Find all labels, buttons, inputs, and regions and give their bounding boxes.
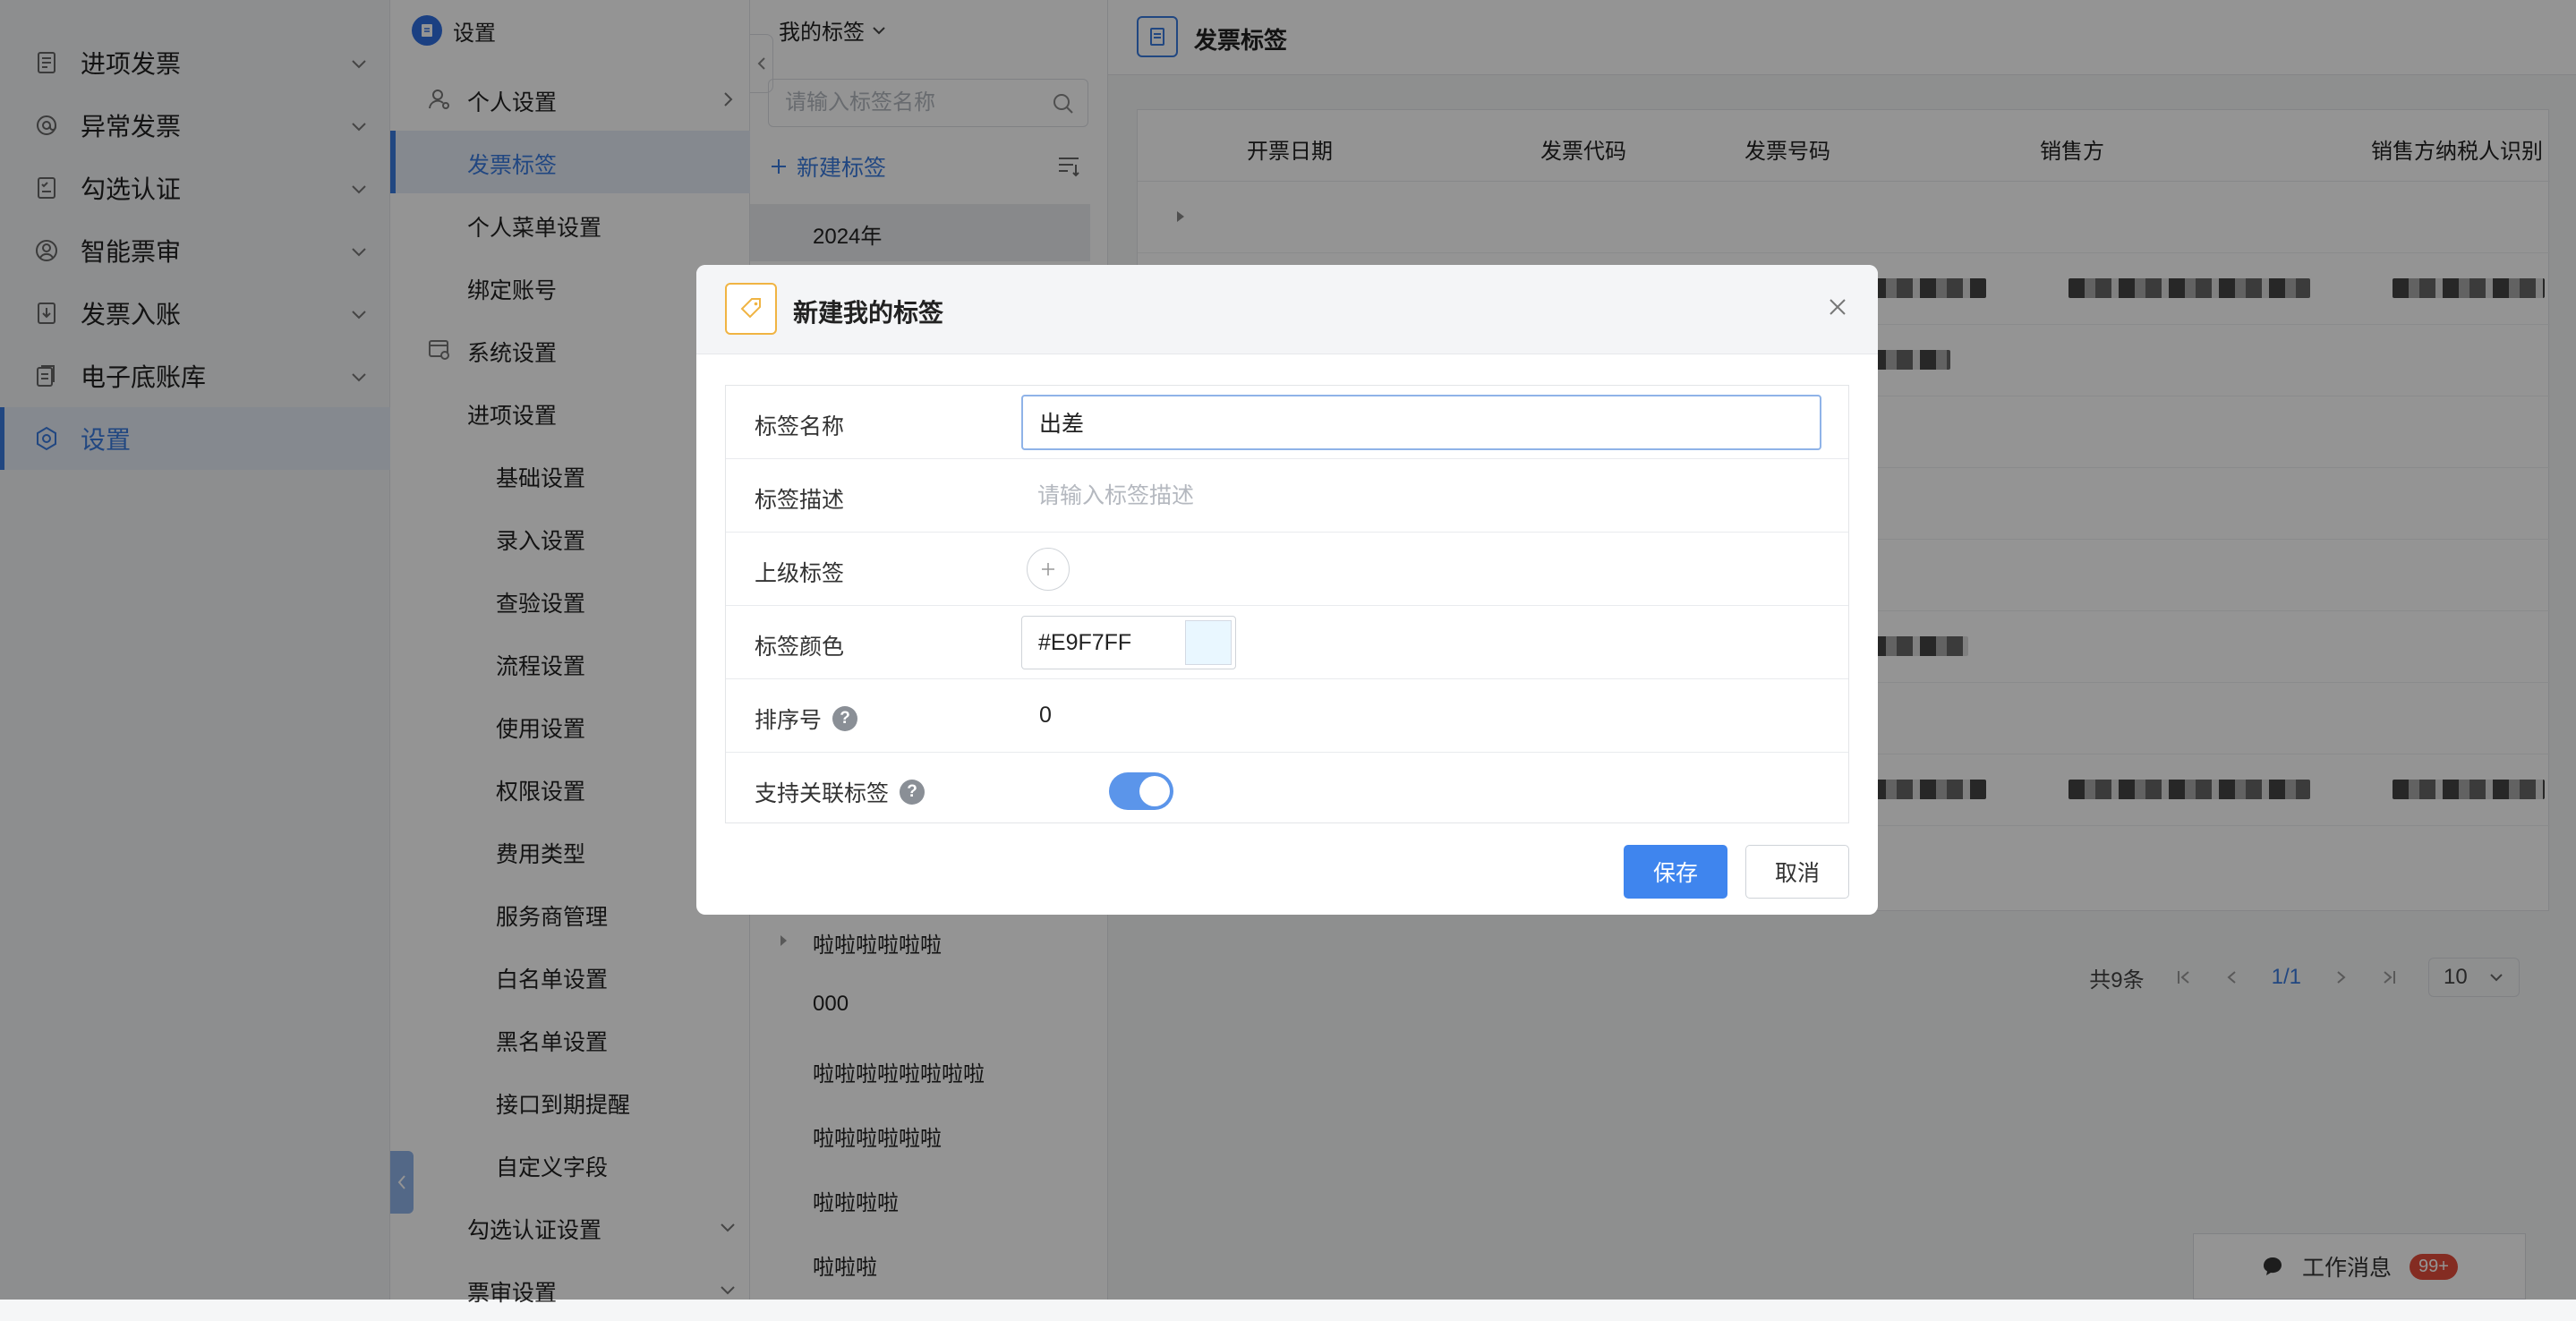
field-label-text: 上级标签 (755, 561, 845, 586)
tag-name-input[interactable] (1021, 395, 1821, 450)
field-label: 标签颜色 (755, 629, 844, 661)
field-label-text: 支持关联标签 (755, 781, 890, 806)
form-row-parent: 上级标签 (726, 533, 1848, 606)
tag-form: 标签名称 标签描述 上级标签 标签颜色 #E9F7FF 排序号 ? 0 (725, 385, 1849, 823)
order-input[interactable]: 0 (1039, 703, 1052, 729)
color-value: #E9F7FF (1038, 630, 1132, 655)
tag-icon (725, 283, 777, 335)
form-row-name: 标签名称 (726, 386, 1848, 459)
color-swatch[interactable] (1185, 620, 1232, 665)
close-icon[interactable] (1824, 294, 1851, 320)
field-label: 标签名称 (755, 409, 844, 441)
form-row-relate: 支持关联标签 ? (726, 753, 1848, 826)
new-tag-dialog: 新建我的标签 标签名称 标签描述 上级标签 标签颜色 #E9F7FF (696, 265, 1878, 915)
field-label: 上级标签 (755, 556, 844, 588)
field-label: 排序号 ? (755, 703, 858, 735)
field-label-text: 标签描述 (755, 488, 845, 513)
dialog-header: 新建我的标签 (696, 265, 1878, 354)
help-icon[interactable]: ? (900, 780, 925, 805)
save-button[interactable]: 保存 (1624, 845, 1727, 899)
form-row-order: 排序号 ? 0 (726, 679, 1848, 753)
field-label: 标签描述 (755, 482, 844, 515)
relate-tags-toggle[interactable] (1109, 772, 1173, 810)
form-row-color: 标签颜色 #E9F7FF (726, 606, 1848, 679)
add-parent-tag-button[interactable] (1027, 548, 1070, 591)
field-label-text: 标签颜色 (755, 635, 845, 660)
field-label-text: 排序号 (755, 708, 823, 733)
field-label-text: 标签名称 (755, 414, 845, 439)
field-label: 支持关联标签 ? (755, 776, 925, 808)
form-row-description: 标签描述 (726, 459, 1848, 533)
dialog-title: 新建我的标签 (793, 299, 944, 327)
cancel-button[interactable]: 取消 (1745, 845, 1849, 899)
color-picker[interactable]: #E9F7FF (1021, 616, 1236, 669)
tag-description-input[interactable] (1021, 471, 1821, 521)
plus-icon (1042, 563, 1054, 575)
help-icon[interactable]: ? (832, 706, 858, 731)
